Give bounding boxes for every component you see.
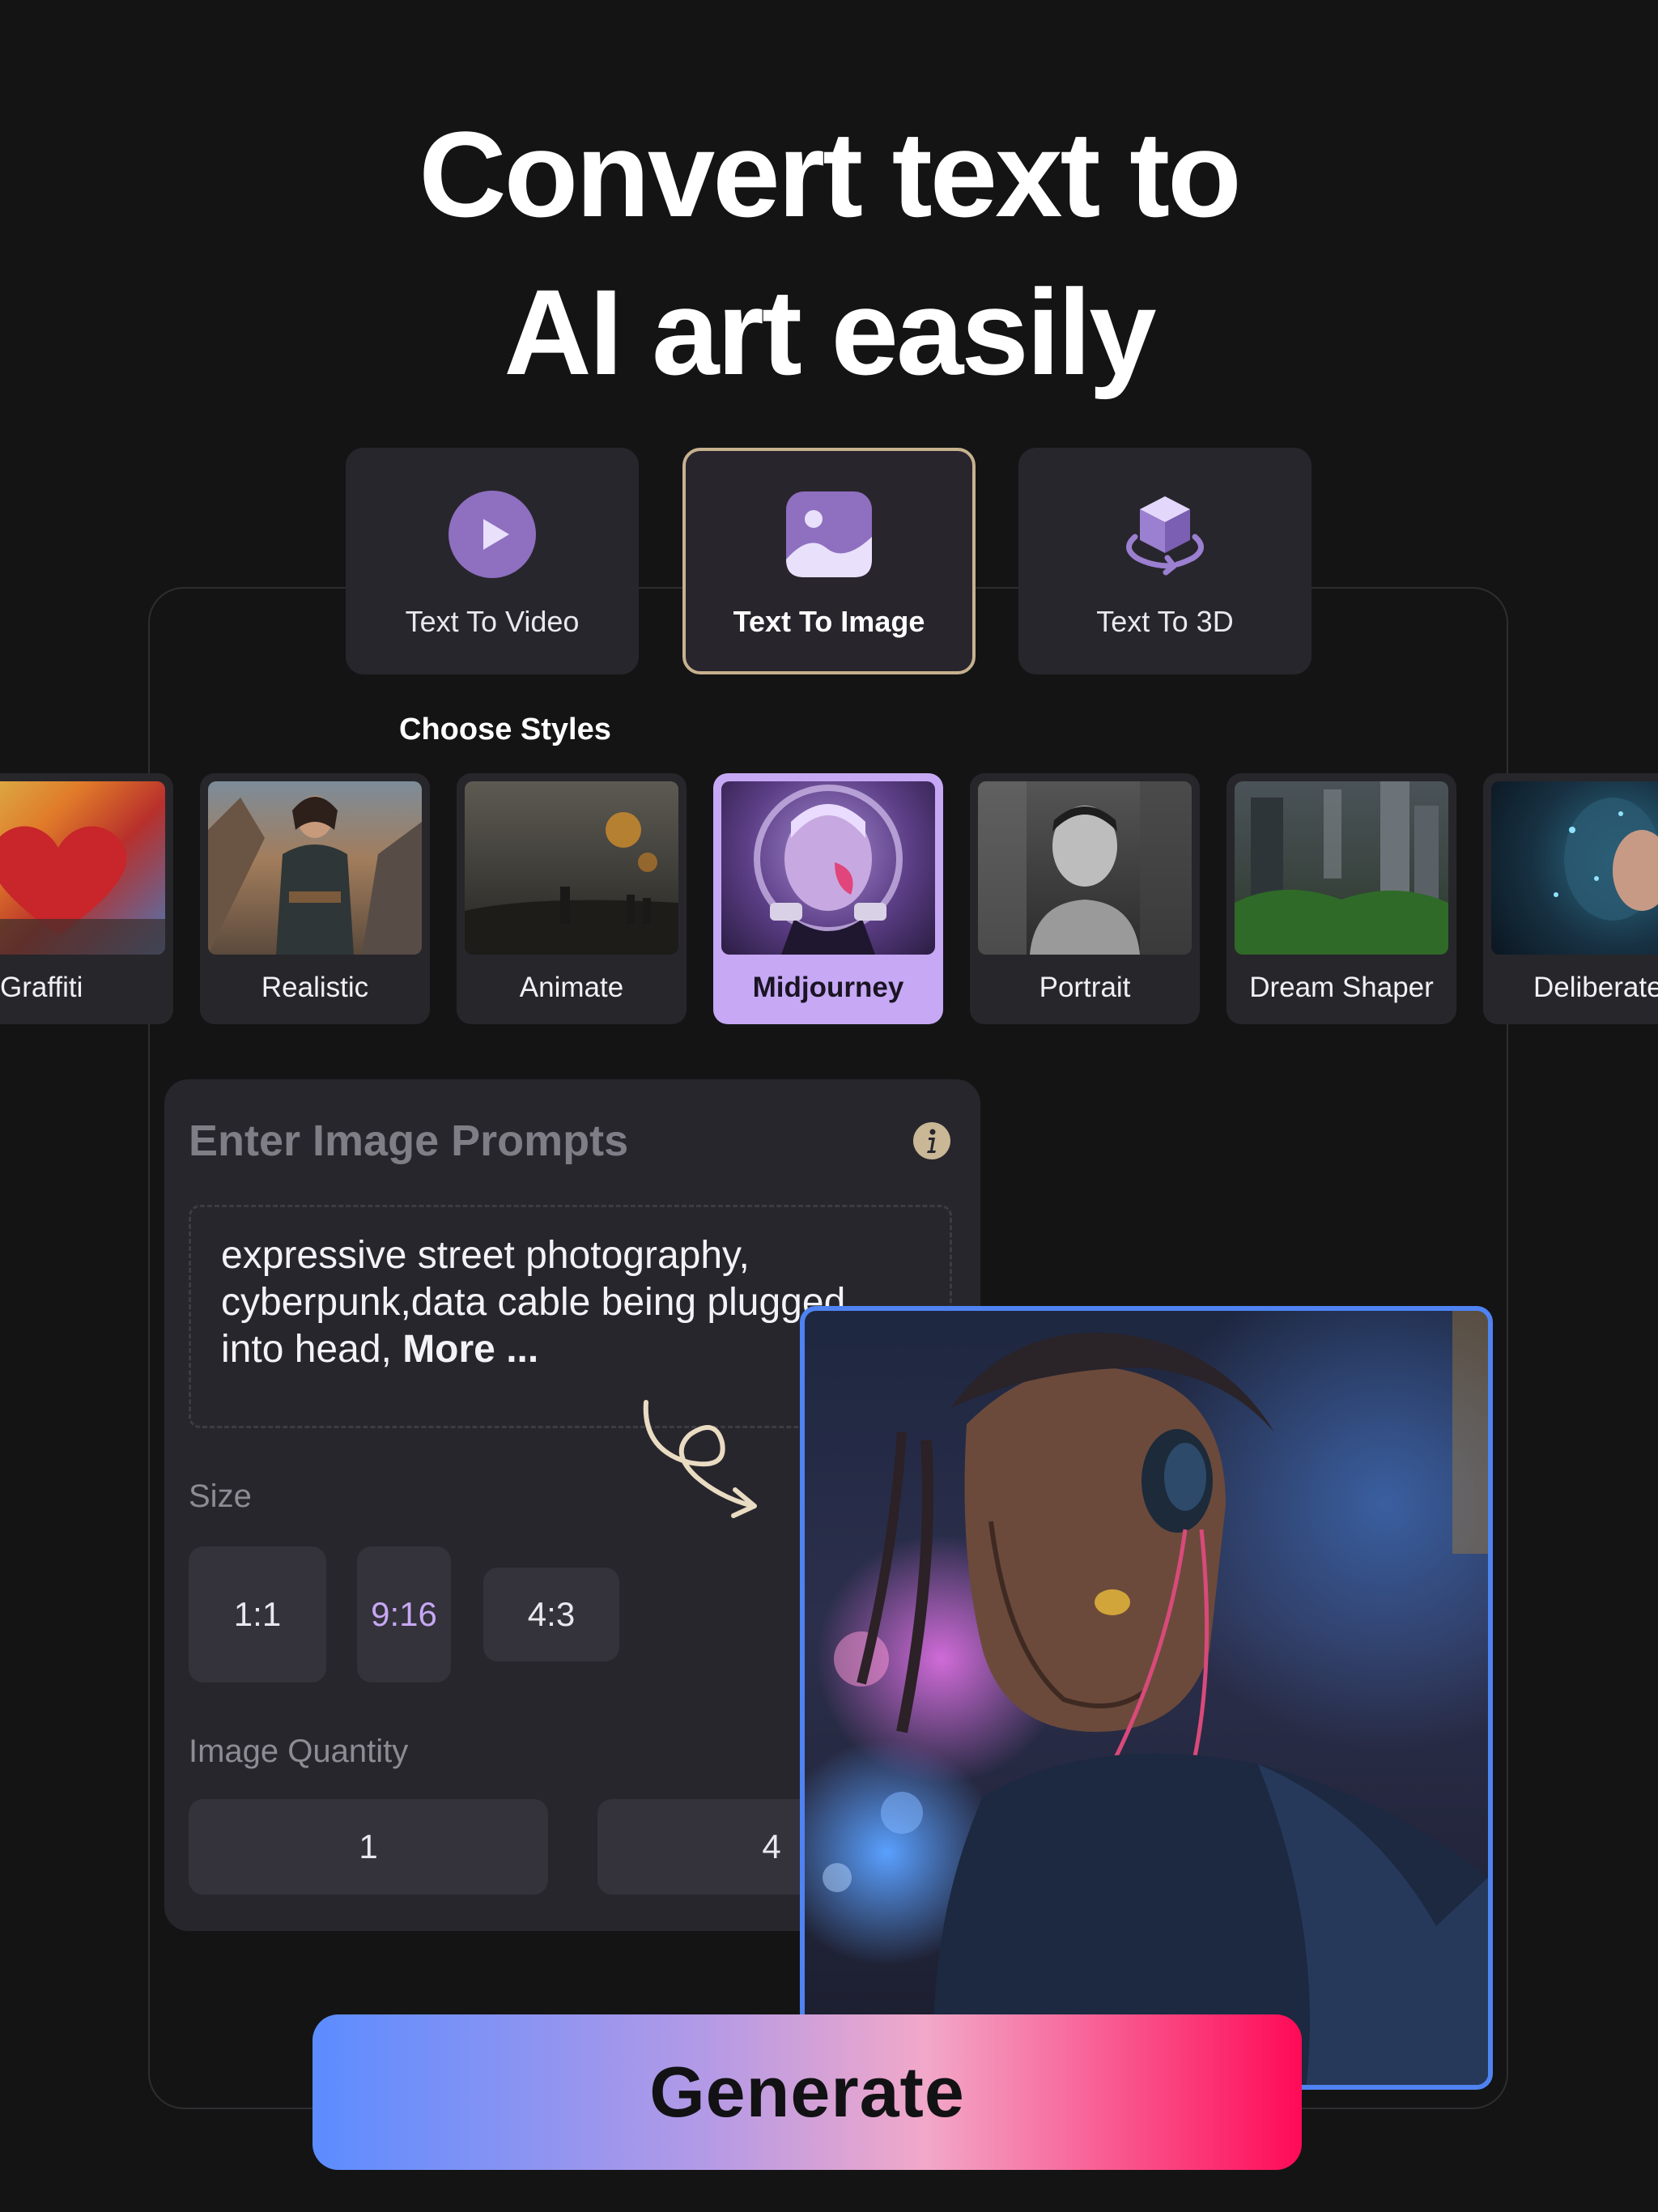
style-label: Graffiti <box>0 972 83 1003</box>
style-card-portrait[interactable]: Portrait <box>970 773 1200 1024</box>
tab-label: Text To 3D <box>1096 605 1234 638</box>
style-card-dream-shaper[interactable]: Dream Shaper <box>1226 773 1456 1024</box>
play-circle-icon <box>449 491 536 578</box>
more-link[interactable]: More ... <box>402 1328 538 1371</box>
style-card-midjourney[interactable]: Midjourney <box>713 773 943 1024</box>
tab-label: Text To Image <box>733 605 925 638</box>
size-option-4-3[interactable]: 4:3 <box>483 1568 619 1661</box>
info-icon[interactable] <box>912 1121 951 1160</box>
deliberate-thumbnail <box>1491 781 1658 955</box>
tab-text-to-image[interactable]: Text To Image <box>682 448 976 674</box>
portrait-thumbnail <box>978 781 1192 955</box>
cyberpunk-portrait-illustration <box>823 1311 1488 2085</box>
realistic-thumbnail <box>208 781 422 955</box>
style-card-deliberate[interactable]: Deliberate <box>1483 773 1658 1024</box>
tab-text-to-video[interactable]: Text To Video <box>346 448 639 674</box>
size-option-1-1[interactable]: 1:1 <box>189 1546 326 1682</box>
style-label: Realistic <box>261 972 369 1003</box>
generate-button[interactable]: Generate <box>312 2014 1302 2170</box>
size-label: Size <box>189 1478 252 1514</box>
dream-shaper-thumbnail <box>1235 781 1448 955</box>
style-label: Dream Shaper <box>1249 972 1434 1003</box>
style-label: Animate <box>519 972 624 1003</box>
animate-thumbnail <box>465 781 678 955</box>
image-icon <box>786 491 872 577</box>
style-label: Deliberate <box>1533 972 1658 1003</box>
headline-line-1: Convert text to <box>419 106 1241 242</box>
midjourney-thumbnail <box>721 781 935 955</box>
graffiti-thumbnail <box>0 781 165 955</box>
image-quantity-label: Image Quantity <box>189 1733 409 1769</box>
style-label: Portrait <box>1039 972 1131 1003</box>
size-option-9-16[interactable]: 9:16 <box>357 1546 451 1682</box>
style-card-graffiti[interactable]: Graffiti <box>0 773 173 1024</box>
generated-image-preview[interactable] <box>800 1306 1493 2090</box>
headline-line-2: AI art easily <box>504 264 1156 400</box>
cube-rotate-icon <box>1126 496 1204 576</box>
tab-label: Text To Video <box>405 605 580 638</box>
tab-text-to-3d[interactable]: Text To 3D <box>1018 448 1312 674</box>
choose-styles-label: Choose Styles <box>399 713 611 747</box>
style-card-animate[interactable]: Animate <box>457 773 687 1024</box>
quantity-option-1[interactable]: 1 <box>189 1799 548 1895</box>
style-card-realistic[interactable]: Realistic <box>200 773 430 1024</box>
prompt-panel-title: Enter Image Prompts <box>189 1117 629 1165</box>
style-label: Midjourney <box>752 972 904 1003</box>
curly-arrow-icon <box>643 1400 757 1518</box>
